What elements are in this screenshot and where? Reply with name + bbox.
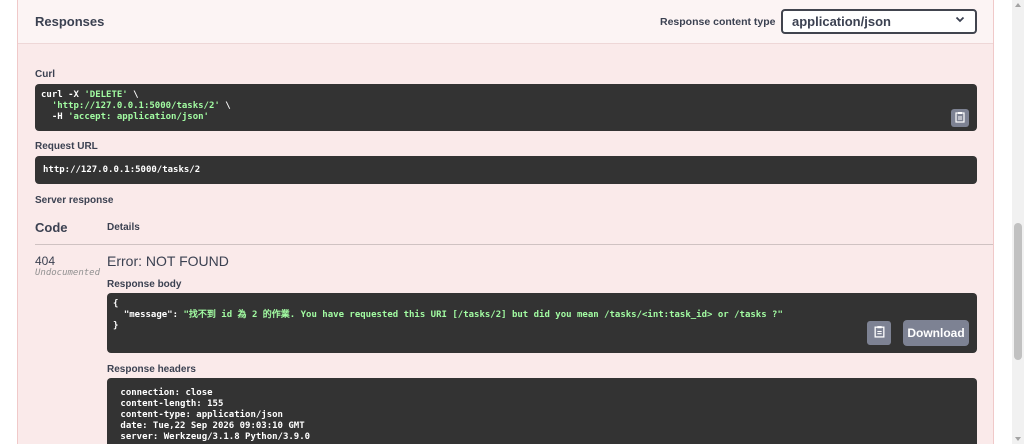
- response-content-type-value: application/json: [792, 14, 891, 29]
- curl-line2: 'http://127.0.0.1:5000/tasks/2' \: [41, 101, 231, 111]
- request-url-label: Request URL: [35, 141, 98, 152]
- curl-line1: curl -X 'DELETE' \: [41, 90, 139, 100]
- chevron-down-icon: [955, 13, 965, 27]
- scroll-down-arrow-icon[interactable]: [1015, 437, 1021, 441]
- response-headers-code: connection: close content-length: 155 co…: [115, 388, 310, 443]
- clipboard-icon: [954, 111, 966, 126]
- response-content-type-select[interactable]: application/json: [781, 9, 977, 34]
- response-body-block[interactable]: { "message": "找不到 id 為 2 的作業. You have r…: [107, 293, 977, 353]
- response-header-line: content-length: 155: [115, 399, 224, 409]
- curl-copy-button[interactable]: [951, 109, 969, 127]
- responses-panel: Responses Response content type applicat…: [17, 0, 994, 444]
- responses-title: Responses: [35, 14, 105, 29]
- response-header-line: server: Werkzeug/3.1.8 Python/3.9.0: [115, 432, 311, 442]
- scrollbar-thumb[interactable]: [1014, 223, 1022, 360]
- response-body-label: Response body: [107, 279, 182, 290]
- scroll-up-arrow-icon[interactable]: [1015, 3, 1021, 7]
- response-body-code: { "message": "找不到 id 為 2 的作業. You have r…: [113, 299, 783, 331]
- code-column-header: Code: [35, 220, 68, 235]
- page-scrollbar[interactable]: [1012, 0, 1024, 444]
- curl-code: curl -X 'DELETE' \ 'http://127.0.0.1:500…: [41, 90, 231, 123]
- request-url-block[interactable]: http://127.0.0.1:5000/tasks/2: [35, 156, 977, 184]
- response-table-divider: [35, 244, 993, 245]
- server-response-label: Server response: [35, 195, 114, 206]
- details-column-header: Details: [107, 222, 140, 233]
- response-content-type-label: Response content type: [660, 16, 776, 28]
- response-body-copy-button[interactable]: [867, 321, 891, 345]
- response-body-message: "message": "找不到 id 為 2 的作業. You have req…: [113, 310, 783, 320]
- response-headers-block[interactable]: connection: close content-length: 155 co…: [107, 378, 977, 444]
- download-button[interactable]: Download: [903, 320, 969, 346]
- undocumented-label: Undocumented: [35, 268, 101, 278]
- response-headers-label: Response headers: [107, 364, 196, 375]
- error-title: Error: NOT FOUND: [107, 253, 229, 269]
- clipboard-icon: [873, 325, 886, 341]
- curl-label: Curl: [35, 69, 55, 80]
- curl-code-block[interactable]: curl -X 'DELETE' \ 'http://127.0.0.1:500…: [35, 84, 977, 131]
- status-code: 404: [35, 254, 56, 268]
- response-header-line: content-type: application/json: [115, 410, 283, 420]
- response-header-line: connection: close: [115, 388, 213, 398]
- request-url-value: http://127.0.0.1:5000/tasks/2: [43, 165, 201, 175]
- responses-header: Responses Response content type applicat…: [18, 0, 993, 44]
- curl-line3: -H 'accept: application/json': [41, 112, 209, 122]
- response-header-line: date: Tue,22 Sep 2026 09:03:10 GMT: [115, 421, 305, 431]
